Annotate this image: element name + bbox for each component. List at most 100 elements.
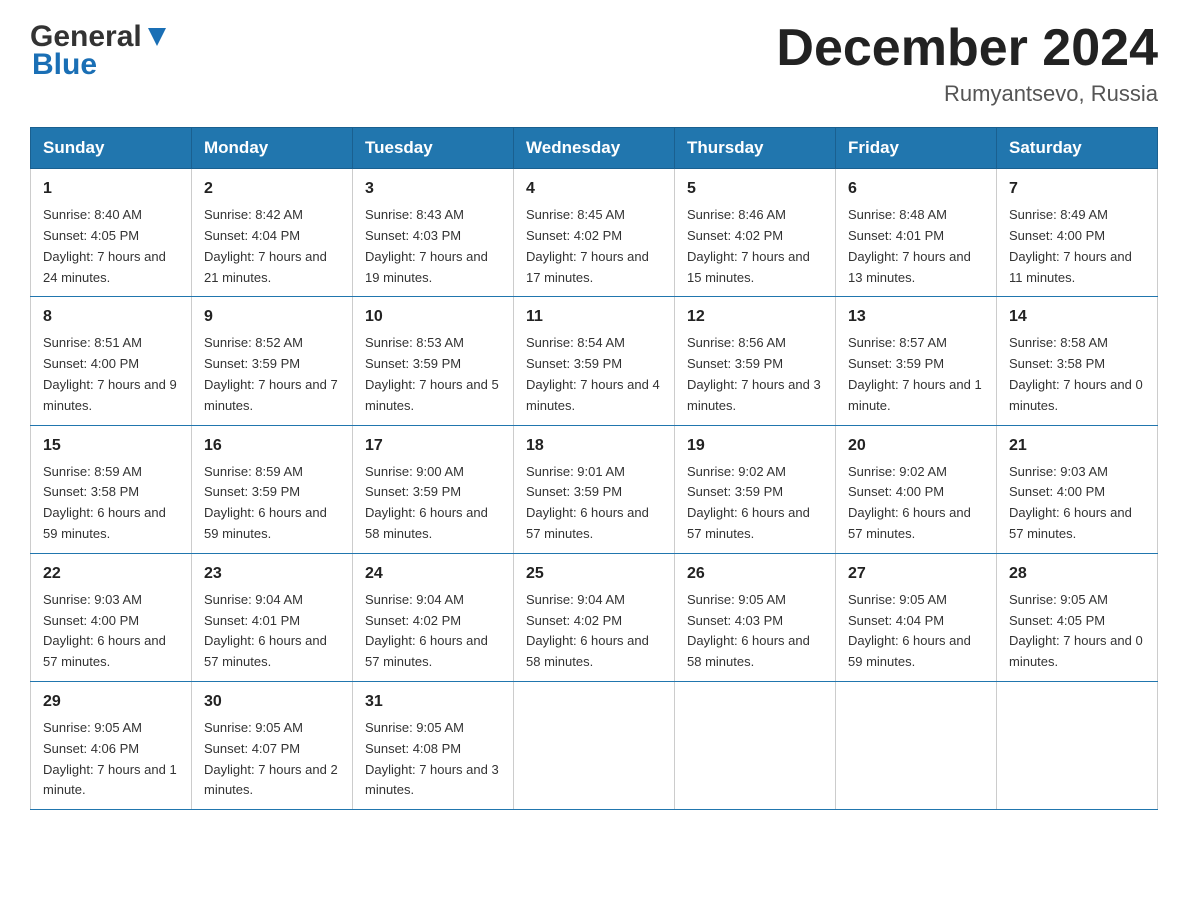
day-info: Sunrise: 8:42 AMSunset: 4:04 PMDaylight:… — [204, 207, 327, 284]
day-info: Sunrise: 9:00 AMSunset: 3:59 PMDaylight:… — [365, 464, 488, 541]
day-info: Sunrise: 9:02 AMSunset: 3:59 PMDaylight:… — [687, 464, 810, 541]
calendar-week-2: 8 Sunrise: 8:51 AMSunset: 4:00 PMDayligh… — [31, 297, 1158, 425]
day-info: Sunrise: 8:51 AMSunset: 4:00 PMDaylight:… — [43, 335, 177, 412]
col-tuesday: Tuesday — [353, 128, 514, 169]
day-number: 12 — [687, 305, 823, 329]
calendar-week-5: 29 Sunrise: 9:05 AMSunset: 4:06 PMDaylig… — [31, 681, 1158, 809]
logo-arrow-icon — [146, 26, 168, 48]
logo-blue-text: Blue — [30, 48, 97, 82]
calendar-header-row: Sunday Monday Tuesday Wednesday Thursday… — [31, 128, 1158, 169]
col-wednesday: Wednesday — [514, 128, 675, 169]
calendar-cell — [836, 681, 997, 809]
calendar-cell: 10 Sunrise: 8:53 AMSunset: 3:59 PMDaylig… — [353, 297, 514, 425]
month-title: December 2024 — [776, 20, 1158, 77]
day-number: 8 — [43, 305, 179, 329]
calendar-cell: 8 Sunrise: 8:51 AMSunset: 4:00 PMDayligh… — [31, 297, 192, 425]
calendar-cell: 2 Sunrise: 8:42 AMSunset: 4:04 PMDayligh… — [192, 169, 353, 297]
col-friday: Friday — [836, 128, 997, 169]
day-info: Sunrise: 8:48 AMSunset: 4:01 PMDaylight:… — [848, 207, 971, 284]
calendar-cell: 9 Sunrise: 8:52 AMSunset: 3:59 PMDayligh… — [192, 297, 353, 425]
day-info: Sunrise: 8:59 AMSunset: 3:58 PMDaylight:… — [43, 464, 166, 541]
day-number: 3 — [365, 177, 501, 201]
day-info: Sunrise: 9:02 AMSunset: 4:00 PMDaylight:… — [848, 464, 971, 541]
day-number: 10 — [365, 305, 501, 329]
day-number: 27 — [848, 562, 984, 586]
day-number: 26 — [687, 562, 823, 586]
day-number: 22 — [43, 562, 179, 586]
day-info: Sunrise: 9:04 AMSunset: 4:02 PMDaylight:… — [526, 592, 649, 669]
day-info: Sunrise: 8:49 AMSunset: 4:00 PMDaylight:… — [1009, 207, 1132, 284]
day-number: 21 — [1009, 434, 1145, 458]
day-info: Sunrise: 9:03 AMSunset: 4:00 PMDaylight:… — [43, 592, 166, 669]
day-info: Sunrise: 8:43 AMSunset: 4:03 PMDaylight:… — [365, 207, 488, 284]
day-info: Sunrise: 9:05 AMSunset: 4:08 PMDaylight:… — [365, 720, 499, 797]
calendar-cell: 16 Sunrise: 8:59 AMSunset: 3:59 PMDaylig… — [192, 425, 353, 553]
day-info: Sunrise: 8:53 AMSunset: 3:59 PMDaylight:… — [365, 335, 499, 412]
day-info: Sunrise: 8:57 AMSunset: 3:59 PMDaylight:… — [848, 335, 982, 412]
calendar-cell: 25 Sunrise: 9:04 AMSunset: 4:02 PMDaylig… — [514, 553, 675, 681]
calendar-week-3: 15 Sunrise: 8:59 AMSunset: 3:58 PMDaylig… — [31, 425, 1158, 553]
calendar-week-1: 1 Sunrise: 8:40 AMSunset: 4:05 PMDayligh… — [31, 169, 1158, 297]
calendar-cell — [514, 681, 675, 809]
day-number: 25 — [526, 562, 662, 586]
calendar-cell: 13 Sunrise: 8:57 AMSunset: 3:59 PMDaylig… — [836, 297, 997, 425]
calendar-table: Sunday Monday Tuesday Wednesday Thursday… — [30, 127, 1158, 810]
title-block: December 2024 Rumyantsevo, Russia — [776, 20, 1158, 107]
calendar-cell: 23 Sunrise: 9:04 AMSunset: 4:01 PMDaylig… — [192, 553, 353, 681]
day-info: Sunrise: 9:05 AMSunset: 4:04 PMDaylight:… — [848, 592, 971, 669]
calendar-cell: 19 Sunrise: 9:02 AMSunset: 3:59 PMDaylig… — [675, 425, 836, 553]
day-info: Sunrise: 8:59 AMSunset: 3:59 PMDaylight:… — [204, 464, 327, 541]
day-info: Sunrise: 9:01 AMSunset: 3:59 PMDaylight:… — [526, 464, 649, 541]
calendar-cell: 4 Sunrise: 8:45 AMSunset: 4:02 PMDayligh… — [514, 169, 675, 297]
day-number: 11 — [526, 305, 662, 329]
calendar-week-4: 22 Sunrise: 9:03 AMSunset: 4:00 PMDaylig… — [31, 553, 1158, 681]
calendar-cell: 24 Sunrise: 9:04 AMSunset: 4:02 PMDaylig… — [353, 553, 514, 681]
calendar-cell: 7 Sunrise: 8:49 AMSunset: 4:00 PMDayligh… — [997, 169, 1158, 297]
col-thursday: Thursday — [675, 128, 836, 169]
calendar-cell — [675, 681, 836, 809]
calendar-cell: 18 Sunrise: 9:01 AMSunset: 3:59 PMDaylig… — [514, 425, 675, 553]
col-sunday: Sunday — [31, 128, 192, 169]
day-number: 15 — [43, 434, 179, 458]
calendar-cell — [997, 681, 1158, 809]
day-info: Sunrise: 9:04 AMSunset: 4:01 PMDaylight:… — [204, 592, 327, 669]
day-number: 20 — [848, 434, 984, 458]
calendar-cell: 5 Sunrise: 8:46 AMSunset: 4:02 PMDayligh… — [675, 169, 836, 297]
logo: General Blue — [30, 20, 168, 82]
calendar-cell: 3 Sunrise: 8:43 AMSunset: 4:03 PMDayligh… — [353, 169, 514, 297]
day-info: Sunrise: 9:05 AMSunset: 4:06 PMDaylight:… — [43, 720, 177, 797]
calendar-cell: 21 Sunrise: 9:03 AMSunset: 4:00 PMDaylig… — [997, 425, 1158, 553]
day-number: 6 — [848, 177, 984, 201]
calendar-cell: 20 Sunrise: 9:02 AMSunset: 4:00 PMDaylig… — [836, 425, 997, 553]
day-info: Sunrise: 9:04 AMSunset: 4:02 PMDaylight:… — [365, 592, 488, 669]
day-number: 17 — [365, 434, 501, 458]
day-info: Sunrise: 9:05 AMSunset: 4:05 PMDaylight:… — [1009, 592, 1143, 669]
day-number: 2 — [204, 177, 340, 201]
day-number: 16 — [204, 434, 340, 458]
day-number: 23 — [204, 562, 340, 586]
calendar-cell: 28 Sunrise: 9:05 AMSunset: 4:05 PMDaylig… — [997, 553, 1158, 681]
day-info: Sunrise: 8:46 AMSunset: 4:02 PMDaylight:… — [687, 207, 810, 284]
day-number: 24 — [365, 562, 501, 586]
day-number: 13 — [848, 305, 984, 329]
day-number: 18 — [526, 434, 662, 458]
day-info: Sunrise: 8:52 AMSunset: 3:59 PMDaylight:… — [204, 335, 338, 412]
calendar-cell: 11 Sunrise: 8:54 AMSunset: 3:59 PMDaylig… — [514, 297, 675, 425]
day-info: Sunrise: 8:45 AMSunset: 4:02 PMDaylight:… — [526, 207, 649, 284]
day-number: 7 — [1009, 177, 1145, 201]
calendar-cell: 22 Sunrise: 9:03 AMSunset: 4:00 PMDaylig… — [31, 553, 192, 681]
day-info: Sunrise: 8:58 AMSunset: 3:58 PMDaylight:… — [1009, 335, 1143, 412]
day-info: Sunrise: 9:05 AMSunset: 4:07 PMDaylight:… — [204, 720, 338, 797]
calendar-cell: 17 Sunrise: 9:00 AMSunset: 3:59 PMDaylig… — [353, 425, 514, 553]
col-saturday: Saturday — [997, 128, 1158, 169]
day-info: Sunrise: 9:03 AMSunset: 4:00 PMDaylight:… — [1009, 464, 1132, 541]
col-monday: Monday — [192, 128, 353, 169]
day-info: Sunrise: 8:56 AMSunset: 3:59 PMDaylight:… — [687, 335, 821, 412]
day-number: 14 — [1009, 305, 1145, 329]
page-header: General Blue December 2024 Rumyantsevo, … — [30, 20, 1158, 107]
day-info: Sunrise: 8:54 AMSunset: 3:59 PMDaylight:… — [526, 335, 660, 412]
location-subtitle: Rumyantsevo, Russia — [776, 81, 1158, 107]
calendar-cell: 29 Sunrise: 9:05 AMSunset: 4:06 PMDaylig… — [31, 681, 192, 809]
calendar-cell: 12 Sunrise: 8:56 AMSunset: 3:59 PMDaylig… — [675, 297, 836, 425]
calendar-cell: 1 Sunrise: 8:40 AMSunset: 4:05 PMDayligh… — [31, 169, 192, 297]
